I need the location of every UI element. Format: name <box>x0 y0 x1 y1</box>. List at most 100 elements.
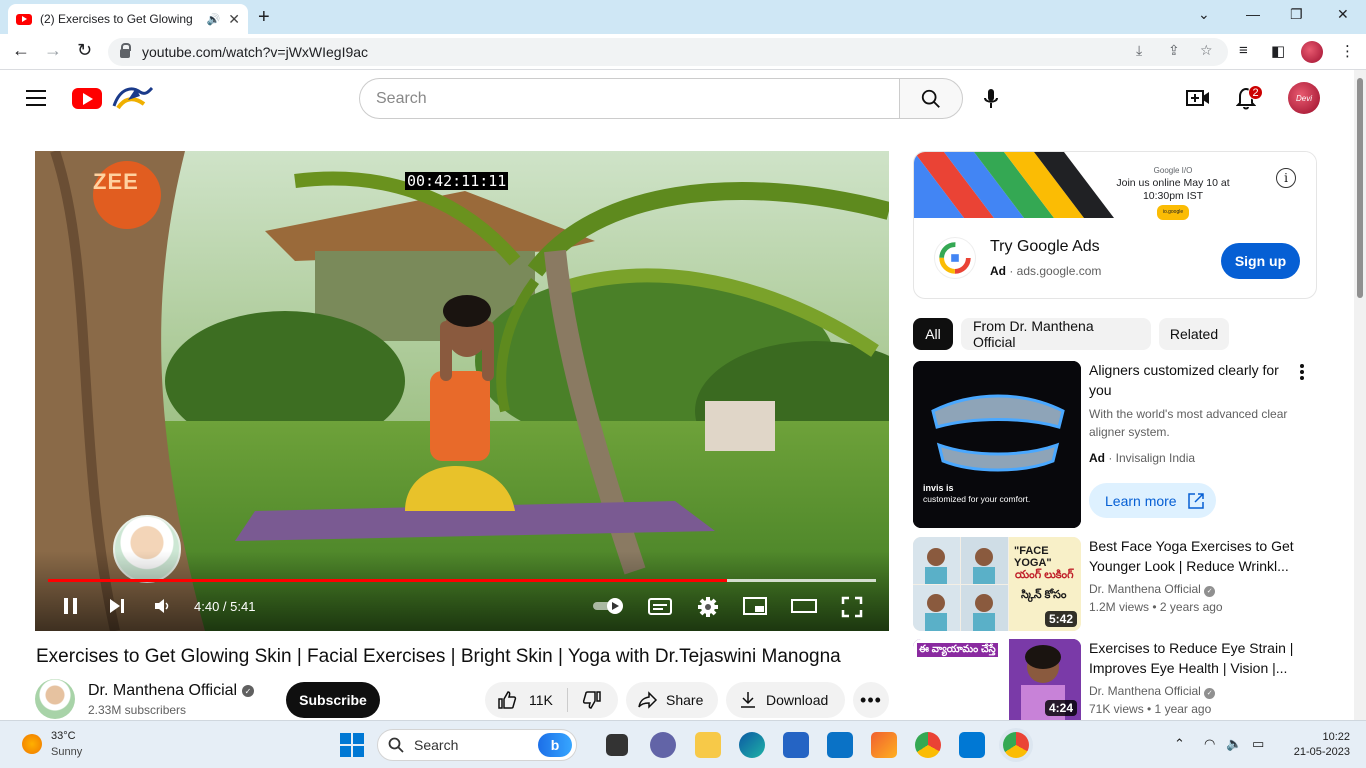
browser-menu-icon[interactable]: ⋮ <box>1340 42 1355 60</box>
rec-title-1[interactable]: Aligners customized clearly for you <box>1089 360 1297 400</box>
chrome-profile-icon[interactable] <box>915 732 941 758</box>
url-text[interactable]: youtube.com/watch?v=jWxWIegI9ac <box>142 44 368 60</box>
share-label: Share <box>666 692 704 708</box>
time-display: 4:40 / 5:41 <box>194 599 256 614</box>
close-window-icon[interactable]: ✕ <box>1337 6 1349 23</box>
microphone-icon[interactable] <box>982 88 1000 110</box>
microsoft-store-icon[interactable] <box>783 732 809 758</box>
taskbar-search-box[interactable]: Search b <box>377 729 577 761</box>
rec-channel-3[interactable]: Dr. Manthena Official ✓ <box>1089 682 1216 700</box>
rec-thumbnail-invisalign[interactable]: invis is customized for your comfort. <box>913 361 1081 528</box>
sidebar-ad-card[interactable]: Google I/O Join us online May 10 at 10:3… <box>913 151 1317 299</box>
theater-mode-icon[interactable] <box>791 596 817 616</box>
rec-thumbnail-eye-strain[interactable]: ఈ వ్యాయామం చేస్తే 4:24 <box>913 639 1081 720</box>
search-button[interactable] <box>899 78 963 119</box>
tab-close-icon[interactable]: ✕ <box>228 11 240 28</box>
thumbs-down-icon[interactable] <box>582 690 602 710</box>
subscribe-button[interactable]: Subscribe <box>286 682 380 718</box>
sign-up-button[interactable]: Sign up <box>1221 243 1300 279</box>
bing-icon[interactable]: b <box>538 733 572 757</box>
account-avatar[interactable]: Devi <box>1288 82 1320 114</box>
back-arrow-icon[interactable]: ← <box>12 40 30 61</box>
windows-start-icon[interactable] <box>340 733 364 757</box>
wifi-icon[interactable]: ◠ <box>1204 736 1215 752</box>
media-control-icon[interactable]: ≡ <box>1239 42 1248 59</box>
address-bar[interactable]: youtube.com/watch?v=jWxWIegI9ac <box>108 38 1228 66</box>
video-player[interactable]: ZEE 00:42:11:11 4:40 / 5:41 <box>35 151 889 631</box>
channel-avatar[interactable] <box>35 679 75 719</box>
install-app-icon[interactable]: ⤓ <box>1136 42 1142 59</box>
weather-temperature[interactable]: 33°C <box>51 730 76 742</box>
vscode-icon[interactable] <box>959 732 985 758</box>
rec-title-2[interactable]: Best Face Yoga Exercises to Get Younger … <box>1089 536 1297 576</box>
like-count[interactable]: 11K <box>529 692 553 708</box>
task-view-icon[interactable] <box>606 734 628 756</box>
tab-search-chevron-icon[interactable]: ⌄ <box>1198 6 1210 23</box>
rec-more-vertical-icon[interactable] <box>1300 364 1304 382</box>
rec-thumbnail-face-yoga[interactable]: "FACE YOGA" యంగ్ లుకింగ్ స్కిన్ కోసం 5:4… <box>913 537 1081 631</box>
search-input[interactable]: Search <box>359 78 900 119</box>
edge-browser-icon[interactable] <box>739 732 765 758</box>
volume-icon[interactable] <box>153 596 171 616</box>
verified-check-icon: ✓ <box>242 685 254 697</box>
download-icon <box>741 692 755 708</box>
chip-from-channel[interactable]: From Dr. Manthena Official <box>961 318 1151 350</box>
speaker-icon[interactable]: 🔊 <box>207 13 221 26</box>
rec-meta-3: 71K views • 1 year ago <box>1089 702 1212 716</box>
pause-icon[interactable] <box>62 596 80 616</box>
forward-arrow-icon[interactable]: → <box>44 40 62 61</box>
new-tab-button[interactable]: + <box>258 6 270 29</box>
chip-related[interactable]: Related <box>1159 318 1229 350</box>
share-button[interactable]: Share <box>626 682 718 718</box>
rec-title-3[interactable]: Exercises to Reduce Eye Strain | Improve… <box>1089 638 1297 678</box>
download-button[interactable]: Download <box>726 682 845 718</box>
side-panel-icon[interactable]: ◧ <box>1271 42 1285 60</box>
reload-icon[interactable]: ↻ <box>77 40 92 61</box>
share-page-icon[interactable]: ⇪ <box>1168 42 1180 59</box>
mail-icon[interactable] <box>827 732 853 758</box>
ad-banner-image[interactable]: Google I/O Join us online May 10 at 10:3… <box>914 152 1316 220</box>
thumbs-up-icon[interactable] <box>497 690 517 710</box>
snipping-tool-icon[interactable] <box>871 732 897 758</box>
volume-tray-icon[interactable]: 🔈 <box>1226 736 1242 752</box>
battery-icon[interactable]: ▭ <box>1252 736 1264 752</box>
browser-profile-avatar[interactable] <box>1301 41 1323 63</box>
windows-taskbar: 33°C Sunny Search b ⌃ ◠ 🔈 ▭ 10:22 21-05-… <box>0 720 1366 768</box>
ad-title[interactable]: Try Google Ads <box>990 238 1100 256</box>
more-actions-button[interactable]: ••• <box>853 682 889 718</box>
minimize-icon[interactable]: — <box>1246 6 1260 22</box>
bookmark-star-icon[interactable]: ☆ <box>1200 42 1213 59</box>
channel-name[interactable]: Dr. Manthena Official <box>88 682 237 700</box>
teams-chat-icon[interactable] <box>650 732 676 758</box>
sun-weather-icon[interactable] <box>22 734 42 754</box>
settings-gear-icon[interactable] <box>697 596 719 618</box>
weather-description[interactable]: Sunny <box>51 746 82 758</box>
played-bar <box>48 579 727 582</box>
miniplayer-icon[interactable] <box>743 596 767 616</box>
chip-all[interactable]: All <box>913 318 953 350</box>
page-scrollbar[interactable] <box>1354 70 1366 720</box>
next-video-icon[interactable] <box>108 596 126 616</box>
learn-more-button[interactable]: Learn more <box>1089 483 1216 518</box>
lock-icon[interactable] <box>120 43 131 58</box>
chrome-active-icon[interactable] <box>1003 732 1029 758</box>
progress-bar[interactable] <box>48 579 876 582</box>
restore-icon[interactable]: ❐ <box>1290 6 1303 23</box>
subtitles-icon[interactable] <box>648 596 672 616</box>
rec-meta-2: 1.2M views • 2 years ago <box>1089 600 1223 614</box>
ad-info-icon[interactable]: i <box>1276 168 1296 188</box>
show-hidden-icons-chevron-icon[interactable]: ⌃ <box>1174 736 1185 752</box>
channel-watermark-logo: ZEE <box>93 169 139 194</box>
scrollbar-thumb[interactable] <box>1357 78 1363 298</box>
taskbar-clock[interactable]: 10:22 21-05-2023 <box>1294 730 1350 758</box>
create-video-icon[interactable] <box>1186 88 1210 108</box>
fullscreen-icon[interactable] <box>841 596 863 618</box>
browser-tab-youtube[interactable]: (2) Exercises to Get Glowing 🔊 ✕ <box>8 4 248 34</box>
file-explorer-icon[interactable] <box>695 732 721 758</box>
thumb-face-yoga-label: "FACE YOGA" <box>1014 545 1052 569</box>
autoplay-toggle-icon[interactable] <box>591 596 627 616</box>
youtube-logo-icon[interactable] <box>72 88 102 109</box>
guide-menu-icon[interactable] <box>26 90 46 106</box>
rec-channel-2[interactable]: Dr. Manthena Official ✓ <box>1089 580 1216 598</box>
youtube-doodle-icon[interactable] <box>110 82 154 112</box>
